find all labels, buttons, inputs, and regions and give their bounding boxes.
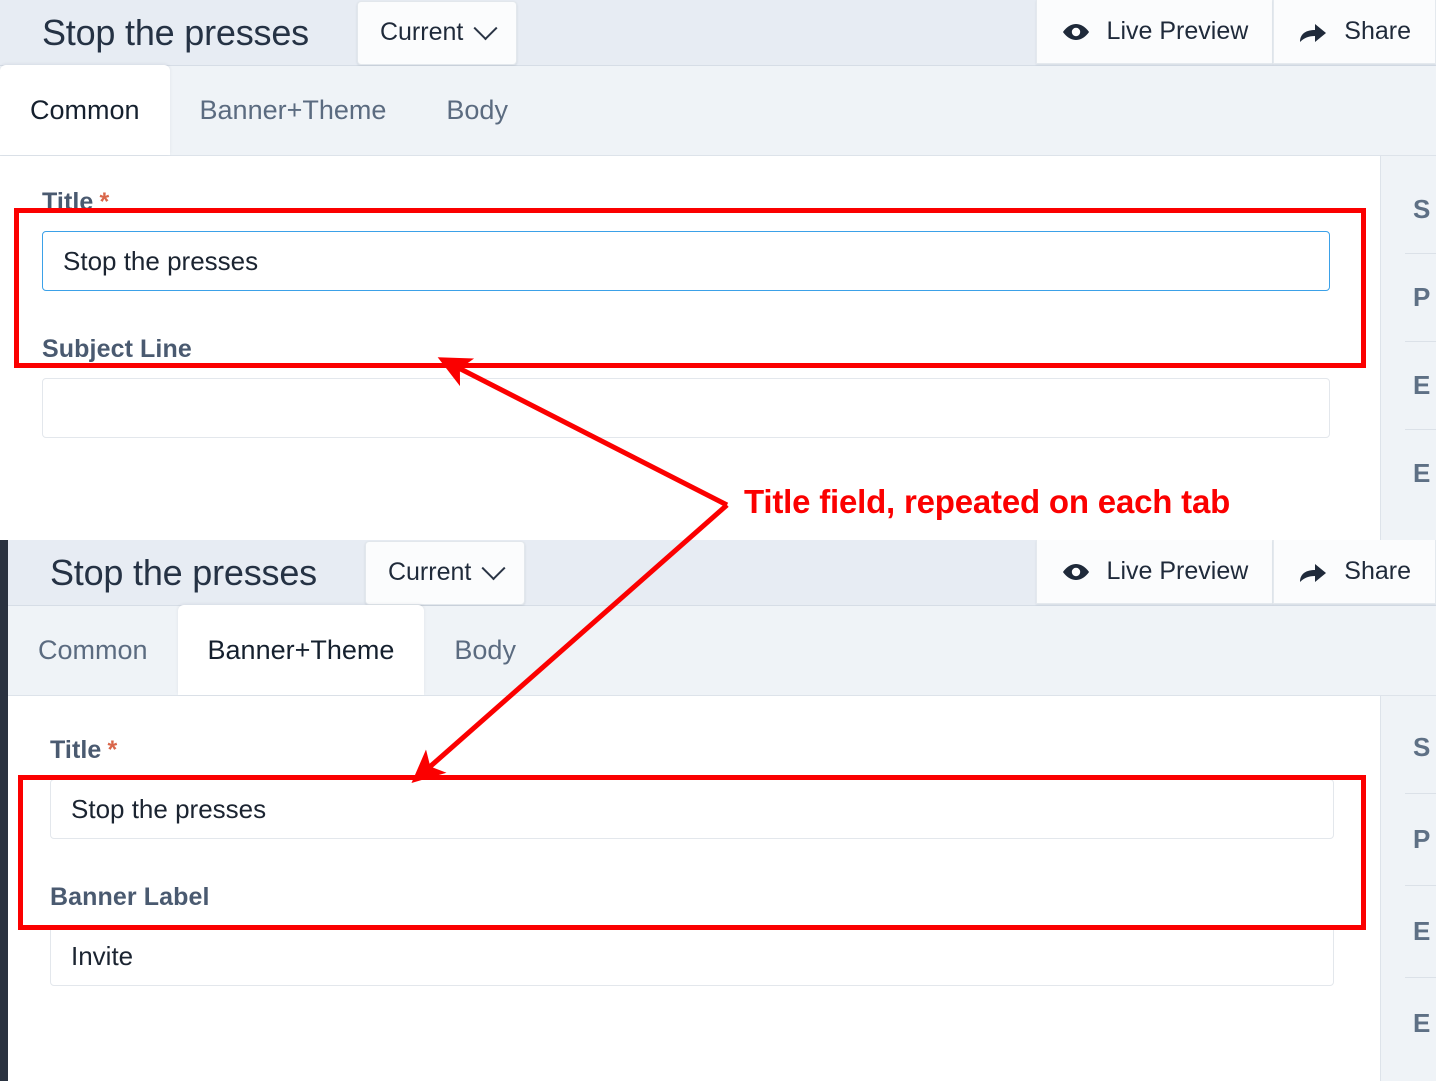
- field-banner-label-label-text: Banner Label: [50, 883, 210, 911]
- field-banner-label-label: Banner Label: [50, 883, 1394, 912]
- chevron-down-icon: [473, 16, 498, 41]
- eye-icon: [1061, 562, 1091, 582]
- required-asterisk: *: [107, 736, 118, 764]
- sidebar-item-0[interactable]: S: [1381, 194, 1436, 225]
- subject-line-input[interactable]: [42, 378, 1330, 438]
- live-preview-label: Live Preview: [1106, 17, 1249, 45]
- tab-banner-theme-label: Banner+Theme: [207, 635, 395, 665]
- share-button[interactable]: Share: [1273, 0, 1436, 64]
- title-input[interactable]: [50, 779, 1334, 839]
- field-subject-line: Subject Line: [0, 291, 1436, 438]
- tab-common[interactable]: Common: [8, 605, 178, 695]
- chevron-down-icon: [481, 556, 506, 581]
- tab-common-label: Common: [38, 635, 148, 665]
- page-title: Stop the presses: [50, 551, 317, 593]
- tab-body-label: Body: [454, 635, 516, 665]
- version-selector-label: Current: [387, 558, 472, 586]
- sidebar-item-2[interactable]: E: [1381, 916, 1436, 947]
- header-actions: Live Preview Share: [1035, 0, 1436, 64]
- tab-bar: Common Banner+Theme Body: [8, 605, 1436, 696]
- eye-icon: [1061, 22, 1091, 42]
- field-title: Title *: [8, 696, 1436, 839]
- tab-banner-theme[interactable]: Banner+Theme: [177, 605, 425, 695]
- tab-body[interactable]: Body: [416, 65, 538, 155]
- tab-common[interactable]: Common: [0, 65, 170, 155]
- tab-bar: Common Banner+Theme Body: [0, 65, 1436, 156]
- share-label: Share: [1344, 17, 1411, 45]
- version-selector[interactable]: Current: [356, 0, 518, 65]
- field-title-label: Title *: [42, 188, 1394, 217]
- live-preview-label: Live Preview: [1106, 557, 1249, 585]
- field-title: Title *: [0, 156, 1436, 291]
- title-input[interactable]: [42, 231, 1330, 291]
- sidebar-item-2[interactable]: E: [1381, 370, 1436, 401]
- right-sidebar-clipped: S P E E: [1380, 696, 1436, 1081]
- right-sidebar-clipped: S P E E: [1380, 156, 1436, 540]
- tab-banner-theme-label: Banner+Theme: [199, 95, 387, 125]
- tab-banner-theme[interactable]: Banner+Theme: [170, 65, 417, 155]
- required-asterisk: *: [99, 188, 110, 216]
- sidebar-item-1[interactable]: P: [1381, 282, 1436, 313]
- live-preview-button[interactable]: Live Preview: [1035, 0, 1274, 64]
- share-label: Share: [1344, 557, 1411, 585]
- share-button[interactable]: Share: [1273, 540, 1436, 604]
- field-title-label-text: Title: [42, 188, 94, 216]
- sidebar-item-1[interactable]: P: [1381, 824, 1436, 855]
- form-area-common: Title* Subject Line S P E E: [0, 156, 1436, 540]
- version-selector-label: Current: [379, 18, 464, 46]
- field-title-label-text: Title: [50, 736, 102, 764]
- sidebar-item-3[interactable]: E: [1381, 458, 1436, 489]
- field-banner-label: Banner Label: [8, 839, 1436, 986]
- banner-label-input[interactable]: [50, 926, 1334, 986]
- editor-panel-banner-theme: Stop the presses Current Live Preview Sh…: [0, 540, 1436, 1081]
- sidebar-item-3[interactable]: E: [1381, 1008, 1436, 1039]
- sidebar-item-0[interactable]: S: [1381, 732, 1436, 763]
- tab-common-label: Common: [30, 95, 140, 125]
- version-selector[interactable]: Current: [364, 540, 526, 605]
- share-arrow-icon: [1298, 21, 1328, 43]
- app-header-bar: Stop the presses Current Live Preview Sh…: [0, 0, 1436, 66]
- form-area-banner-theme: Title* Banner Label S P E E: [8, 696, 1436, 1081]
- field-title-label: Title *: [50, 736, 1394, 765]
- share-arrow-icon: [1298, 561, 1328, 583]
- field-subject-line-label: Subject Line: [42, 335, 1394, 364]
- tab-body-label: Body: [446, 95, 508, 125]
- live-preview-button[interactable]: Live Preview: [1035, 540, 1274, 604]
- app-header-bar: Stop the presses Current Live Preview Sh…: [8, 540, 1436, 606]
- field-subject-line-label-text: Subject Line: [42, 335, 192, 363]
- tab-body[interactable]: Body: [424, 605, 546, 695]
- editor-panel-common: Stop the presses Current Live Preview Sh…: [0, 0, 1436, 540]
- page-title: Stop the presses: [42, 11, 309, 53]
- header-actions: Live Preview Share: [1035, 540, 1436, 604]
